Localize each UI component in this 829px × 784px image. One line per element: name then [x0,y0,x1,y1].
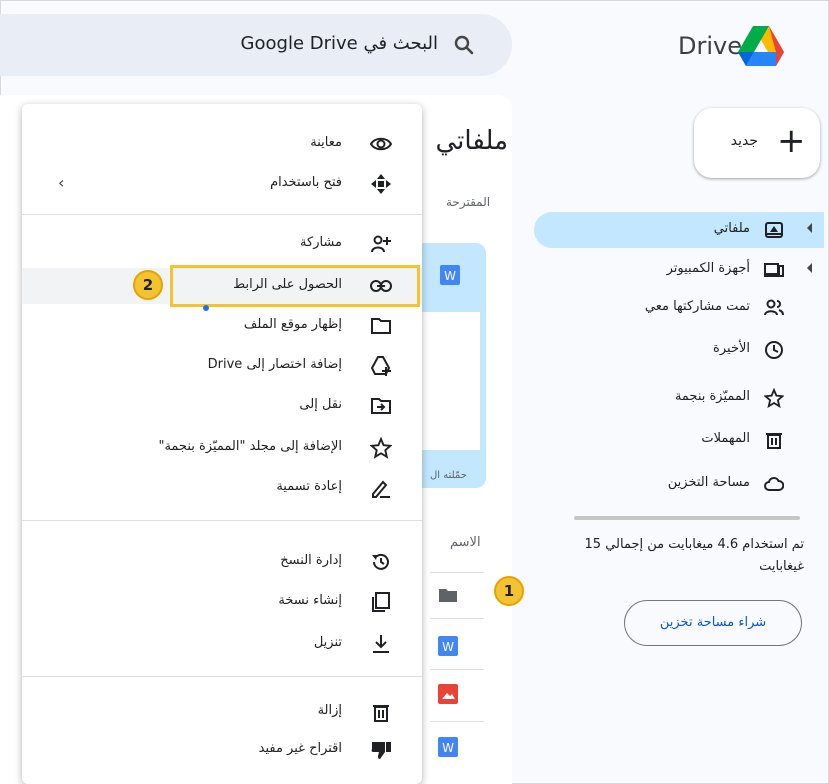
menu-item-rename[interactable]: إعادة تسمية [22,470,422,506]
cursor-dot [203,305,209,311]
divider [430,669,484,670]
new-button-label: جديد [730,133,758,149]
menu-item-label: تنزيل [313,635,342,650]
cloud-icon [764,476,784,491]
storage-bar [574,516,800,520]
star-icon [764,388,784,408]
highlight-box [170,265,420,307]
sidebar-item-starred[interactable]: المميّزة بنجمة [534,380,824,416]
menu-item-not-helpful[interactable]: اقتراح غير مفيد [22,732,422,768]
menu-item-label: إزالة [317,703,342,718]
menu-item-manage-versions[interactable]: إدارة النسخ [22,544,422,580]
my-drive-icon [765,222,783,238]
sidebar-item-trash[interactable]: المهملات [534,422,824,458]
sidebar-item-shared[interactable]: تمت مشاركتها معي [534,290,824,326]
menu-item-download[interactable]: تنزيل [22,626,422,662]
folder-file-icon[interactable] [438,585,458,605]
callout-badge-2: 2 [133,270,163,300]
divider [430,721,484,722]
folder-icon [371,318,391,334]
menu-item-move-to[interactable]: نقل إلى [22,388,422,424]
svg-text:W: W [444,269,456,283]
svg-text:W: W [442,640,454,654]
new-button[interactable]: + جديد [694,108,820,178]
menu-item-add-to-starred[interactable]: الإضافة إلى مجلد "المميّزة بنجمة" [22,430,422,466]
menu-item-label: مشاركة [300,235,342,250]
search-bar[interactable]: البحث في Google Drive [0,14,512,76]
caret-icon[interactable] [807,263,812,273]
divider [430,618,484,619]
storage-text: تم استخدام 4.6 ميغابايت من إجمالي 15 غيغ… [584,537,804,574]
add-shortcut-icon [370,356,391,376]
sidebar-item-recent[interactable]: الأخيرة [534,332,824,368]
sidebar-item-label: ملفاتي [713,221,750,236]
chevron-left-icon: ‹ [58,173,65,192]
menu-item-label: نقل إلى [299,397,342,412]
download-icon [373,635,389,653]
sidebar-item-my-drive[interactable]: ملفاتي [534,212,824,248]
word-file-icon[interactable]: W [438,636,458,656]
history-icon [372,553,389,570]
svg-text:W: W [442,741,454,755]
menu-item-label: إنشاء نسخة [278,593,342,608]
plus-icon: + [777,121,806,161]
menu-item-label: الإضافة إلى مجلد "المميّزة بنجمة" [158,439,342,454]
menu-item-label: فتح باستخدام [270,175,342,190]
search-icon[interactable] [452,33,476,57]
suggested-label: المقترحة [446,195,491,209]
menu-item-make-copy[interactable]: إنشاء نسخة [22,584,422,620]
copy-icon [372,592,390,612]
eye-icon [370,137,392,151]
name-column-header[interactable]: الاسم [450,535,481,550]
menu-item-remove[interactable]: إزالة [22,694,422,730]
word-file-icon[interactable]: W [438,737,458,757]
menu-item-share[interactable]: مشاركة [22,226,422,262]
move-icon [371,398,391,414]
sidebar-item-label: تمت مشاركتها معي [644,299,750,314]
menu-divider [22,520,422,521]
share-icon [371,235,391,253]
callout-badge-1: 1 [494,576,524,606]
thumbs-down-icon [371,742,391,759]
page-title: ملفاتي [435,126,508,156]
trash-icon [373,705,389,722]
search-input[interactable]: البحث في Google Drive [241,33,438,54]
sidebar-item-label: مساحة التخزين [667,475,750,490]
card-footer: حمّلته ال [430,470,467,481]
menu-item-preview[interactable]: معاينة [22,126,422,162]
open-with-icon [371,174,391,194]
menu-divider [22,676,422,677]
menu-item-open-with[interactable]: ‹ فتح باستخدام [22,166,422,202]
sidebar-item-label: المهملات [701,431,750,446]
rename-icon [372,480,390,498]
context-menu: معاينة ‹ فتح باستخدام مشاركة الحصول على … [22,104,422,784]
sidebar-item-label: المميّزة بنجمة [674,389,750,404]
buy-storage-button[interactable]: شراء مساحة تخزين [624,600,802,646]
menu-item-label: إضافة اختصار إلى Drive [207,357,342,372]
recent-icon [765,341,783,359]
sidebar-item-label: أجهزة الكمبيوتر [666,261,750,276]
divider [430,572,484,573]
word-file-icon: W [440,265,460,285]
drive-logo-icon [738,26,784,66]
image-file-icon[interactable] [438,684,458,704]
menu-item-label: إظهار موقع الملف [243,317,342,332]
sidebar-item-label: الأخيرة [713,341,750,356]
menu-item-add-shortcut[interactable]: إضافة اختصار إلى Drive [22,348,422,384]
menu-item-label: اقتراح غير مفيد [258,741,342,756]
caret-icon[interactable] [807,223,812,233]
computers-icon [764,263,784,277]
sidebar-item-storage[interactable]: مساحة التخزين [534,466,824,502]
star-icon [370,437,392,459]
app-name: Drive [678,32,742,60]
menu-item-label: إدارة النسخ [280,553,342,568]
menu-item-label: معاينة [310,135,342,150]
shared-icon [764,299,784,316]
menu-item-show-location[interactable]: إظهار موقع الملف [22,308,422,344]
menu-divider [22,214,422,215]
trash-icon [766,433,782,449]
menu-item-label: إعادة تسمية [276,479,342,494]
sidebar-item-computers[interactable]: أجهزة الكمبيوتر [534,252,824,288]
